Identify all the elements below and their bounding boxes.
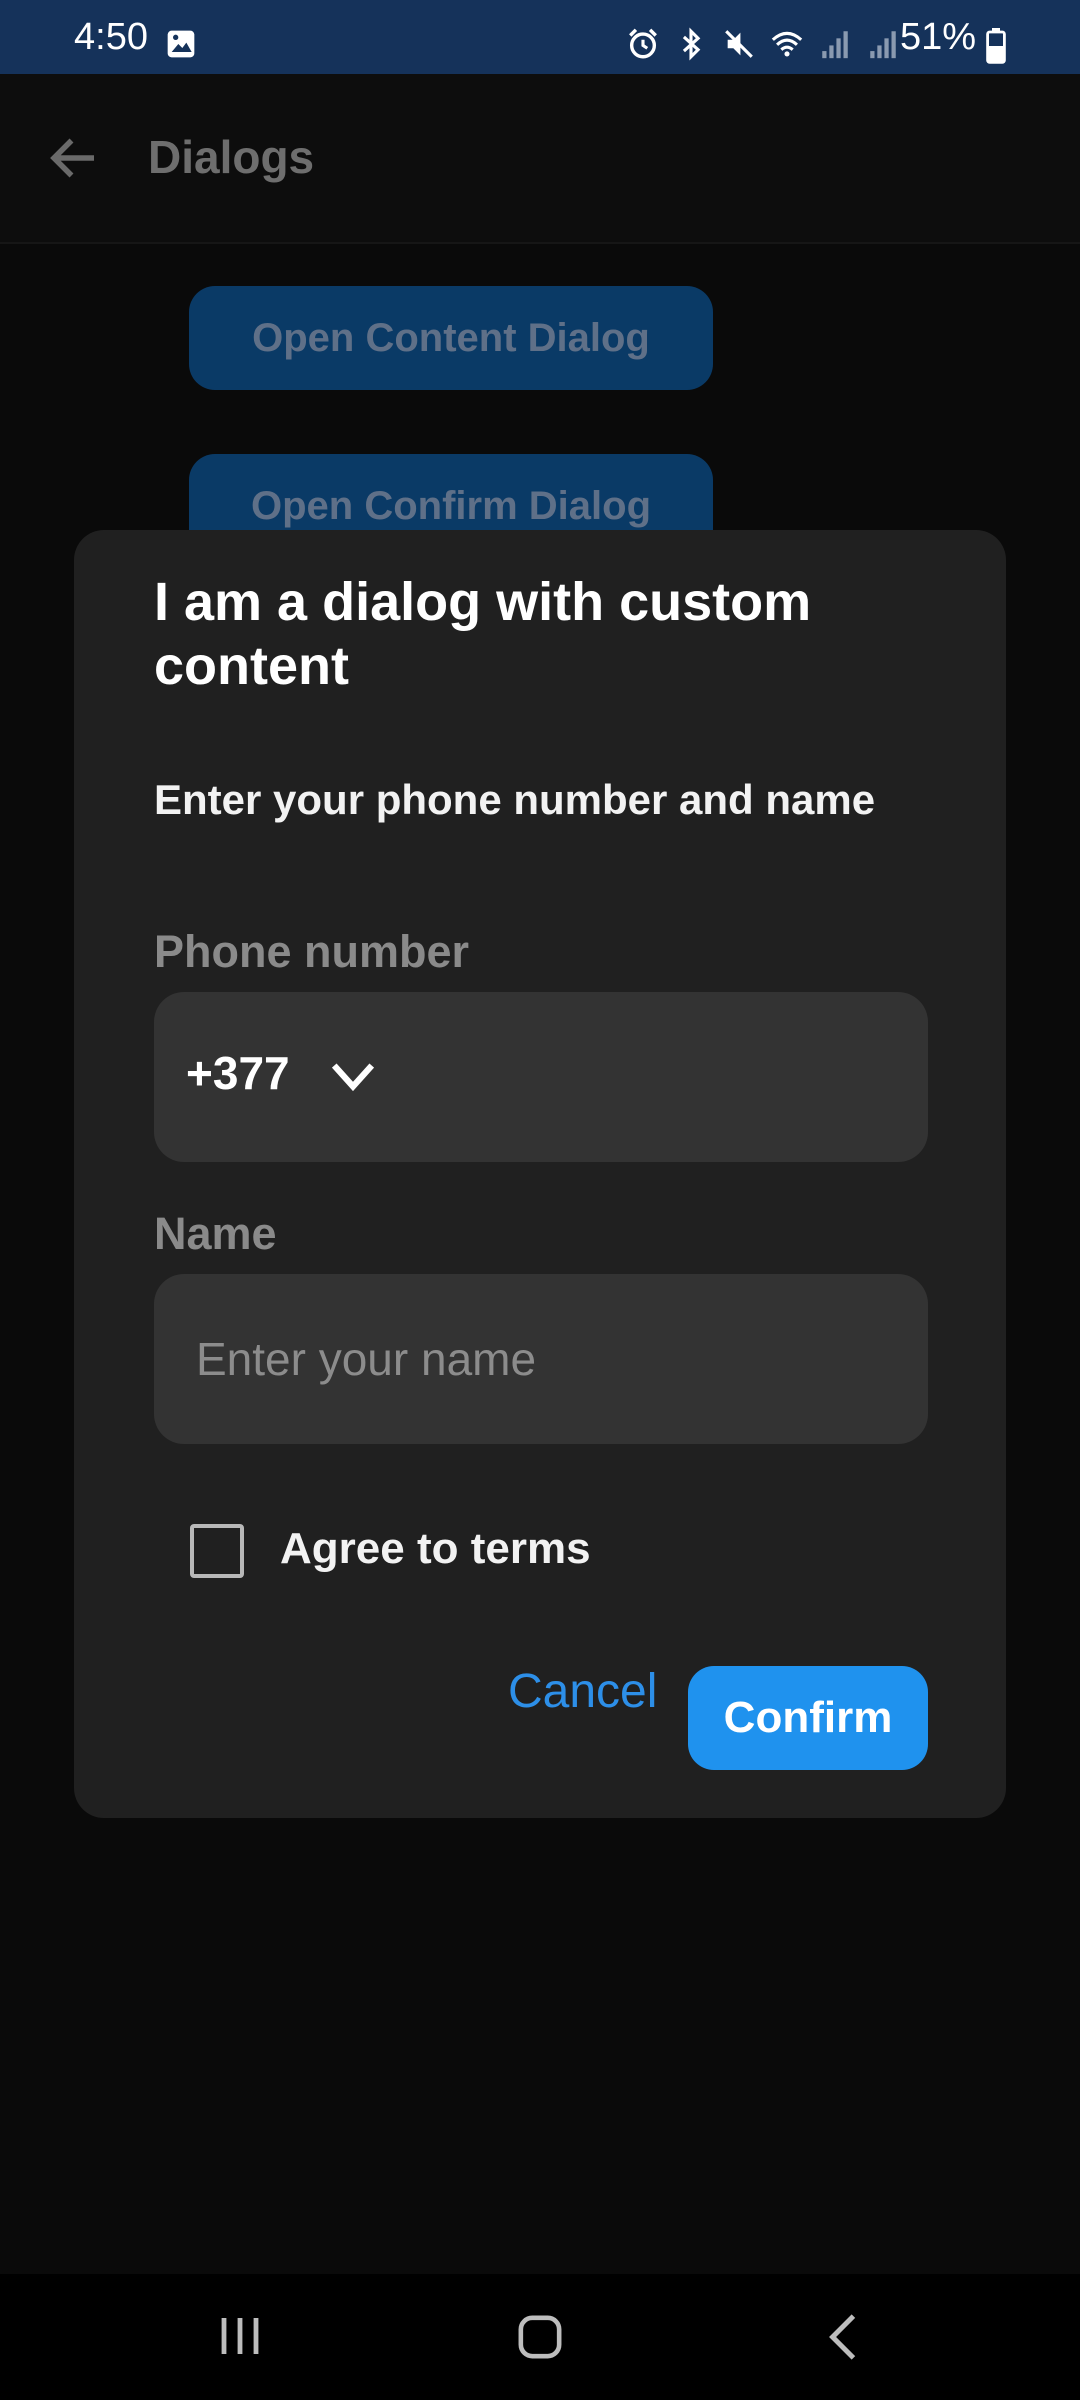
battery-percent: 51% bbox=[900, 16, 977, 58]
open-content-dialog-button[interactable]: Open Content Dialog bbox=[189, 286, 713, 390]
home-icon[interactable] bbox=[517, 2314, 563, 2360]
name-input[interactable] bbox=[154, 1274, 928, 1444]
dialog-title: I am a dialog with custom content bbox=[154, 572, 812, 696]
agree-checkbox[interactable] bbox=[190, 1524, 244, 1578]
screen: 4:50 51% Dialogs Open Content Dialog Ope… bbox=[0, 0, 1080, 2400]
custom-content-dialog: I am a dialog with custom content Enter … bbox=[74, 530, 1006, 1818]
signal-icon bbox=[822, 31, 848, 59]
arrow-left-icon[interactable] bbox=[44, 128, 104, 188]
recents-icon[interactable] bbox=[218, 2316, 262, 2356]
back-icon[interactable] bbox=[826, 2312, 860, 2362]
bluetooth-icon bbox=[682, 27, 701, 61]
name-field[interactable] bbox=[154, 1274, 928, 1444]
name-label: Name bbox=[154, 1208, 277, 1259]
cancel-button[interactable]: Cancel bbox=[508, 1664, 657, 1719]
app-bar: Dialogs bbox=[0, 74, 1080, 244]
status-bar: 4:50 51% bbox=[0, 0, 1080, 74]
dialog-subtitle: Enter your phone number and name bbox=[154, 776, 876, 823]
navigation-bar bbox=[0, 2274, 1080, 2400]
phone-number-field[interactable]: +377 bbox=[154, 992, 928, 1162]
alarm-icon bbox=[629, 28, 657, 59]
confirm-button[interactable]: Confirm bbox=[688, 1666, 928, 1770]
status-time: 4:50 bbox=[74, 16, 148, 58]
page-title: Dialogs bbox=[148, 131, 315, 183]
chevron-down-icon[interactable] bbox=[328, 1056, 378, 1096]
mute-icon bbox=[725, 30, 753, 58]
agree-label[interactable]: Agree to terms bbox=[280, 1524, 591, 1574]
phone-number-label: Phone number bbox=[154, 926, 470, 977]
status-icons bbox=[626, 24, 900, 64]
battery-icon bbox=[986, 28, 1006, 64]
gallery-icon bbox=[167, 30, 195, 58]
country-code-value[interactable]: +377 bbox=[186, 1046, 290, 1100]
wifi-icon bbox=[771, 31, 803, 57]
signal-icon bbox=[870, 31, 896, 59]
